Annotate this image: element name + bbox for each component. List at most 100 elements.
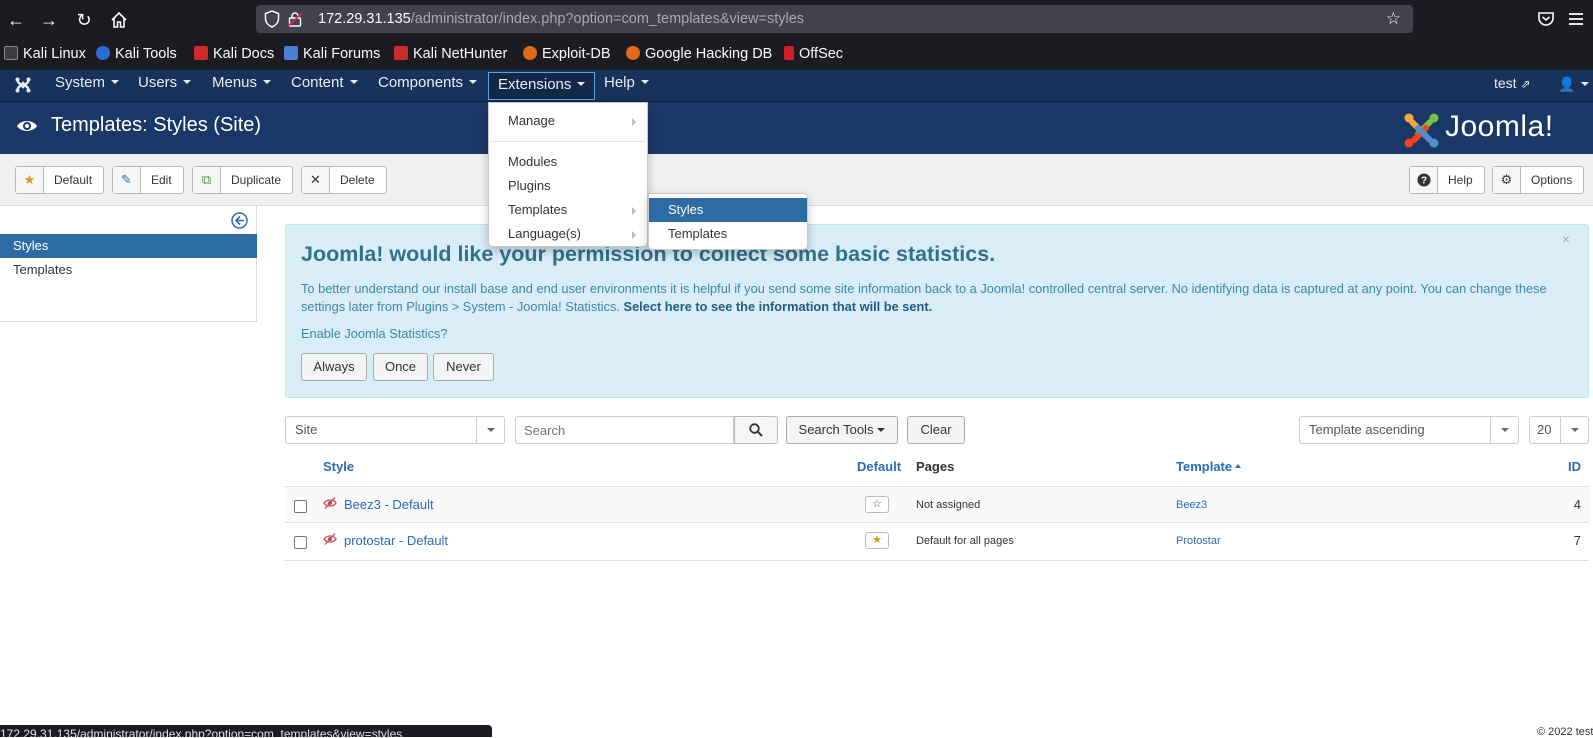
header-default[interactable]: Default [857,452,901,486]
header-style[interactable]: Style [323,452,354,486]
id-cell: 4 [1573,497,1581,512]
client-select[interactable]: Site [285,416,505,444]
caret-down-icon [111,80,120,84]
caret-down-icon [877,428,886,432]
select-arrow-icon [1490,417,1518,443]
admin-navbar: System Users Menus Content Components Ex… [0,70,1593,102]
menu-item-templates[interactable]: Templates [489,198,647,222]
never-button[interactable]: Never [433,353,494,381]
submenu-item-templates[interactable]: Templates [649,222,807,246]
pages-cell: Not assigned [916,499,981,511]
alert-question: Enable Joomla Statistics? [301,326,448,341]
menu-content[interactable]: Content [282,70,367,102]
offsec-icon [784,46,794,60]
menu-menus[interactable]: Menus [203,70,280,102]
pages-cell: Default for all pages [916,535,1014,547]
default-star-icon[interactable]: ★ [865,532,889,549]
alert-text: To better understand our install base an… [301,281,1547,314]
help-button[interactable]: ? Help [1409,166,1485,194]
ordering-select[interactable]: Template ascending [1299,416,1519,444]
default-button[interactable]: ★ Default [15,166,105,194]
search-tools-button[interactable]: Search Tools [786,416,898,444]
limit-select[interactable]: 20 [1529,416,1589,444]
once-button[interactable]: Once [373,353,428,381]
menu-item-modules[interactable]: Modules [489,150,647,174]
templates-submenu: Styles Templates [648,193,808,250]
menu-help[interactable]: Help [595,70,658,102]
submenu-arrow-icon [632,231,636,239]
edit-button[interactable]: ✎ Edit [112,166,184,194]
close-icon[interactable]: × [1562,231,1570,247]
address-bar[interactable]: 172.29.31.135/administrator/index.php?op… [256,5,1413,33]
header-template[interactable]: Template [1176,452,1242,486]
menu-users[interactable]: Users [129,70,200,102]
pocket-icon[interactable] [1537,10,1555,28]
submenu-item-styles[interactable]: Styles [649,198,807,222]
exploit-db-icon [523,46,537,60]
bookmark-kali-forums[interactable]: Kali Forums [284,46,380,62]
insecure-lock-icon[interactable] [288,11,302,27]
forward-icon[interactable]: → [37,8,61,32]
duplicate-button[interactable]: ⧉ Duplicate [192,166,294,194]
browser-toolbar: ← → ↻ 172.29.31.135/administrator/index.… [0,0,1593,40]
menu-extensions[interactable]: Extensions [488,72,596,100]
edit-icon: ✎ [113,167,141,193]
table-row: Beez3 - Default ☆ Not assigned Beez3 4 [285,486,1589,522]
header-pages: Pages [916,459,955,474]
row-checkbox[interactable] [294,500,307,513]
menu-item-plugins[interactable]: Plugins [489,174,647,198]
eye-slash-icon [323,497,337,509]
style-link[interactable]: protostar - Default [344,533,448,548]
header-id[interactable]: ID [1568,452,1581,486]
menu-system[interactable]: System [46,70,128,102]
site-link[interactable]: test ⇗ [1494,75,1531,91]
home-icon[interactable] [107,8,131,32]
bookmark-exploit-db[interactable]: Exploit-DB [523,46,611,62]
hamburger-menu-icon[interactable] [1567,9,1585,29]
copyright-text: © 2022 test [1537,726,1593,738]
bookmark-kali-docs[interactable]: Kali Docs [194,46,274,62]
options-button[interactable]: ⚙ Options [1492,166,1585,194]
menu-item-manage[interactable]: Manage [489,109,647,133]
back-icon[interactable]: ← [4,8,28,32]
caret-down-icon [349,80,358,84]
delete-button[interactable]: ✕ Delete [301,166,387,194]
reload-icon[interactable]: ↻ [72,8,96,32]
shield-icon[interactable] [264,10,280,28]
style-link[interactable]: Beez3 - Default [344,497,434,512]
bookmark-offsec[interactable]: OffSec [784,46,843,62]
delete-x-icon: ✕ [302,167,330,193]
eye-icon [17,121,37,131]
bookmark-google-hacking-db[interactable]: Google Hacking DB [626,46,772,62]
ghdb-icon [626,46,640,60]
caret-down-icon [1581,82,1590,86]
search-input[interactable] [515,416,734,444]
user-menu[interactable]: 👤 [1558,76,1590,93]
table-row: protostar - Default ★ Default for all pa… [285,522,1589,558]
bookmark-kali-tools[interactable]: Kali Tools [96,46,177,62]
joomla-wordmark: Joomla! [1445,110,1554,143]
template-link[interactable]: Beez3 [1176,499,1207,511]
menu-item-languages[interactable]: Language(s) [489,222,647,246]
nethunter-icon [394,46,408,60]
sidebar-item-styles[interactable]: Styles [0,234,257,258]
collapse-sidebar-icon[interactable] [231,212,248,229]
bookmark-kali-nethunter[interactable]: Kali NetHunter [394,46,507,62]
bookmark-star-icon[interactable]: ☆ [1386,9,1401,29]
caret-down-icon [640,80,649,84]
search-button[interactable] [734,416,778,444]
url-text: 172.29.31.135/administrator/index.php?op… [318,11,805,27]
joomla-brand-icon[interactable] [14,76,32,94]
kali-icon [4,46,18,60]
submenu-arrow-icon [632,207,636,215]
bookmark-kali-linux[interactable]: Kali Linux [4,46,86,62]
sidebar-item-templates[interactable]: Templates [0,258,257,282]
row-checkbox[interactable] [294,536,307,549]
always-button[interactable]: Always [301,353,367,381]
clear-button[interactable]: Clear [907,416,965,444]
set-default-star-icon[interactable]: ☆ [865,496,889,513]
menu-components[interactable]: Components [369,70,486,102]
template-link[interactable]: Protostar [1176,535,1221,547]
joomla-logo-icon [1404,113,1439,148]
show-info-link[interactable]: Select here to see the information that … [624,299,933,314]
